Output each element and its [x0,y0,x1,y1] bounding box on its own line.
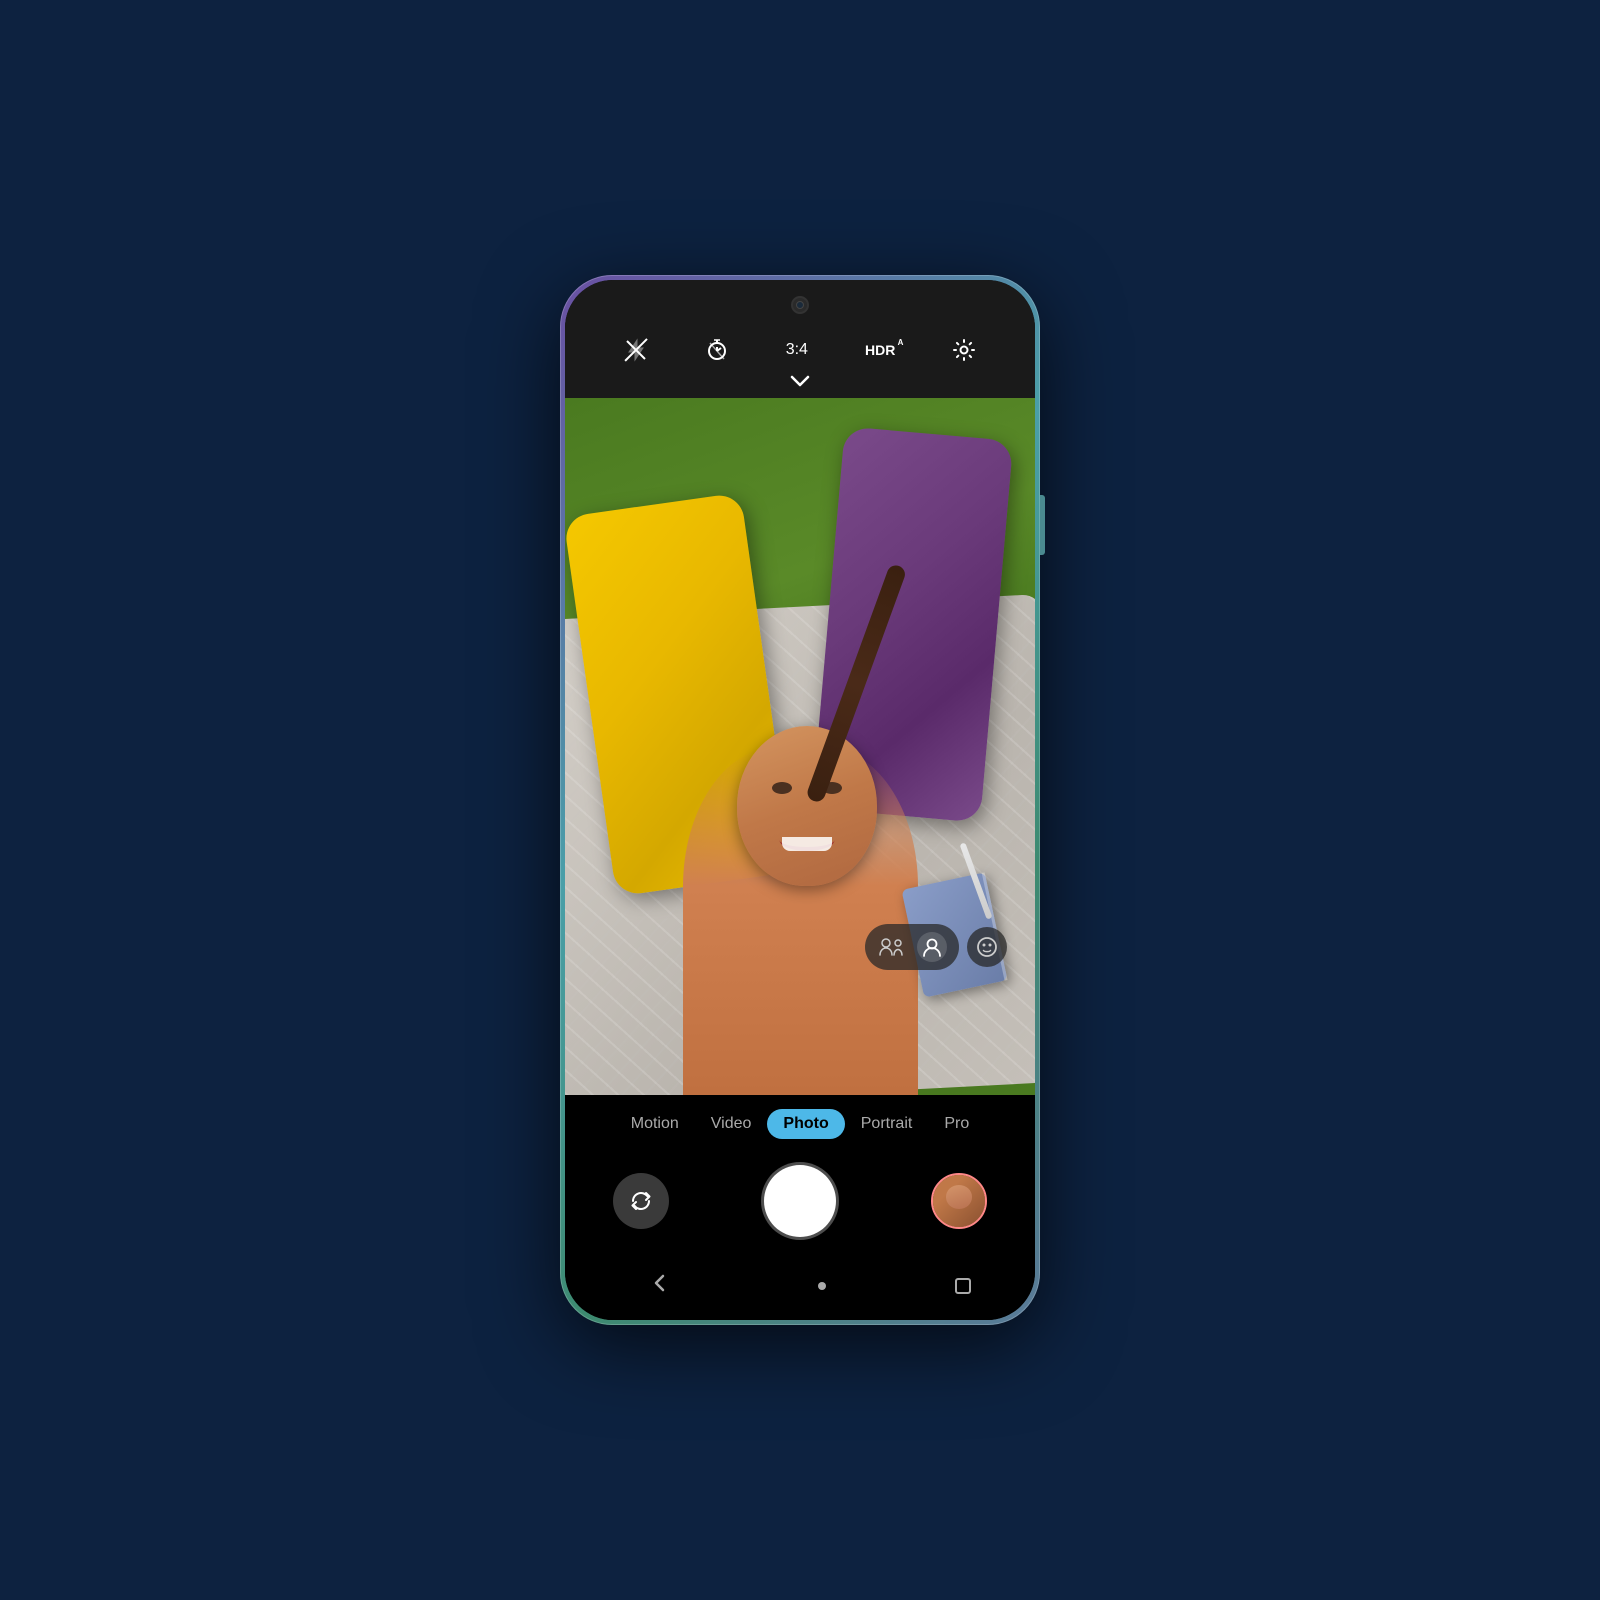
shutter-button[interactable] [764,1165,836,1237]
photo-scene [565,398,1035,1095]
camera-controls-bar: 3:4 HDRA [565,330,1035,370]
teeth [782,837,832,851]
camera-actions-bar [565,1149,1035,1257]
flip-camera-button[interactable] [613,1173,669,1229]
hdr-button[interactable]: HDRA [865,342,895,358]
mode-motion[interactable]: Motion [615,1109,695,1139]
front-camera [791,296,809,314]
volume-button[interactable] [1040,495,1045,555]
face-filter-icon[interactable] [967,927,1007,967]
camera-lens [796,301,804,309]
single-portrait-icon[interactable] [917,932,947,962]
status-bar [565,280,1035,330]
ai-overlay [865,924,1007,970]
mode-photo[interactable]: Photo [767,1109,844,1139]
phone-frame: 3:4 HDRA [560,275,1040,1325]
mode-portrait[interactable]: Portrait [845,1109,929,1139]
group-portrait-icon[interactable] [877,932,907,962]
home-button[interactable] [818,1282,826,1290]
bottom-navigation [565,1257,1035,1320]
recents-button[interactable] [955,1278,971,1294]
aspect-ratio-button[interactable]: 3:4 [786,341,808,359]
settings-button[interactable] [952,338,976,362]
timer-button[interactable] [705,338,729,362]
viewfinder[interactable] [565,398,1035,1095]
flash-toggle-button[interactable] [624,338,648,362]
ai-portrait-group[interactable] [865,924,959,970]
gallery-thumb-image [933,1175,985,1227]
person [565,398,1035,1095]
mode-video[interactable]: Video [695,1109,768,1139]
mode-pro[interactable]: Pro [928,1109,985,1139]
left-eye [772,782,792,794]
face [737,726,877,886]
expand-options-button[interactable] [565,370,1035,398]
gallery-thumbnail[interactable] [931,1173,987,1229]
back-button[interactable] [629,1267,689,1304]
camera-mode-selector: Motion Video Photo Portrait Pro [565,1095,1035,1149]
phone-screen: 3:4 HDRA [565,280,1035,1320]
